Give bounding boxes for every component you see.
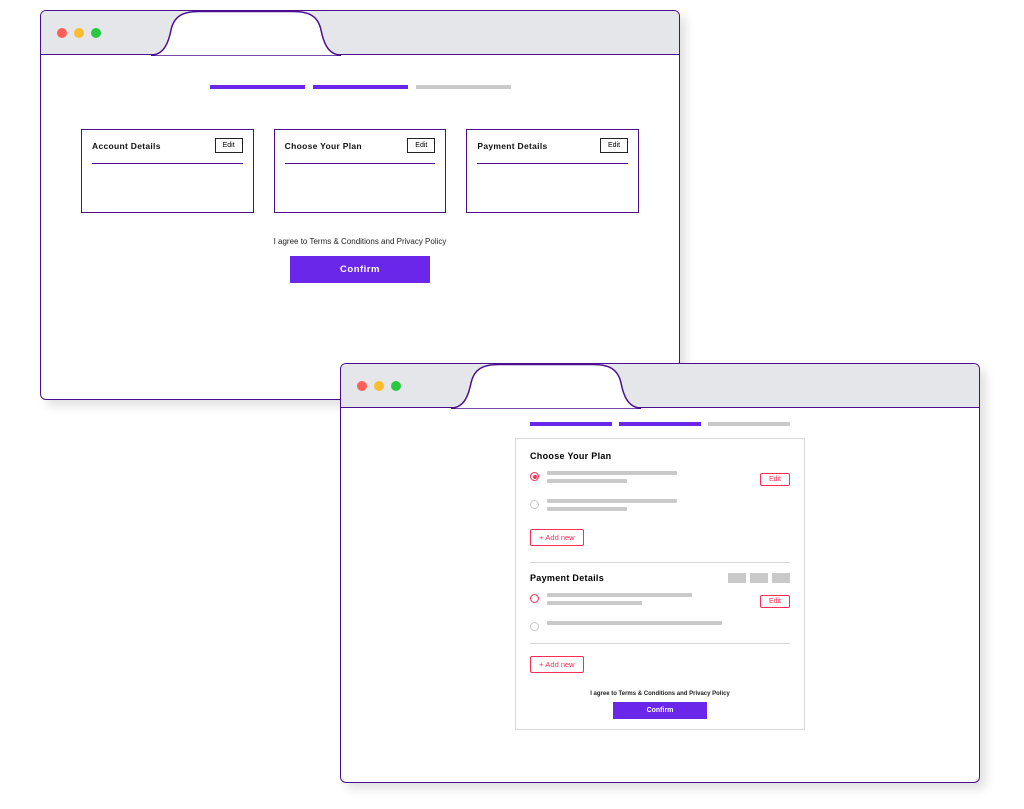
plus-icon: + <box>539 533 543 542</box>
card-title: Choose Your Plan <box>285 141 362 151</box>
option-text-placeholder <box>547 471 752 487</box>
checkout-panel: Choose Your Plan Edit + Add new <box>515 438 805 730</box>
step-2 <box>619 422 701 426</box>
window-controls <box>57 28 101 38</box>
option-text-placeholder <box>547 621 790 629</box>
add-new-label: Add new <box>545 660 574 669</box>
card-brand-icon <box>750 573 768 583</box>
browser-tab[interactable] <box>451 363 641 409</box>
content-area: Choose Your Plan Edit + Add new <box>341 408 979 740</box>
edit-button[interactable]: Edit <box>600 138 628 153</box>
summary-cards: Account Details Edit Choose Your Plan Ed… <box>81 129 639 213</box>
radio-icon[interactable] <box>530 622 539 631</box>
confirm-button[interactable]: Confirm <box>613 702 708 719</box>
account-details-card: Account Details Edit <box>81 129 254 213</box>
progress-stepper <box>371 422 949 426</box>
edit-button[interactable]: Edit <box>760 595 790 608</box>
step-1 <box>530 422 612 426</box>
progress-stepper <box>81 85 639 89</box>
content-area: Account Details Edit Choose Your Plan Ed… <box>41 55 679 303</box>
payment-option-2[interactable] <box>530 621 790 631</box>
edit-button[interactable]: Edit <box>215 138 243 153</box>
payment-option-1[interactable]: Edit <box>530 593 790 609</box>
choose-plan-card: Choose Your Plan Edit <box>274 129 447 213</box>
card-title: Account Details <box>92 141 161 151</box>
divider <box>477 163 628 164</box>
close-icon[interactable] <box>57 28 67 38</box>
browser-window-detail: Choose Your Plan Edit + Add new <box>340 363 980 783</box>
edit-button[interactable]: Edit <box>407 138 435 153</box>
step-1 <box>210 85 305 89</box>
choose-plan-title: Choose Your Plan <box>530 451 790 461</box>
maximize-icon[interactable] <box>391 381 401 391</box>
minimize-icon[interactable] <box>74 28 84 38</box>
payment-details-card: Payment Details Edit <box>466 129 639 213</box>
divider <box>530 562 790 563</box>
option-text-placeholder <box>547 499 790 515</box>
close-icon[interactable] <box>357 381 367 391</box>
option-text-placeholder <box>547 593 752 609</box>
step-2 <box>313 85 408 89</box>
card-title: Payment Details <box>477 141 547 151</box>
browser-tab[interactable] <box>151 10 341 56</box>
step-3 <box>416 85 511 89</box>
maximize-icon[interactable] <box>91 28 101 38</box>
payment-details-title: Payment Details <box>530 573 604 583</box>
add-new-payment-button[interactable]: + Add new <box>530 656 584 673</box>
card-brand-icon <box>728 573 746 583</box>
browser-window-summary: Account Details Edit Choose Your Plan Ed… <box>40 10 680 400</box>
add-new-label: Add new <box>545 533 574 542</box>
radio-icon[interactable] <box>530 594 539 603</box>
titlebar <box>41 11 679 55</box>
edit-button[interactable]: Edit <box>760 473 790 486</box>
minimize-icon[interactable] <box>374 381 384 391</box>
card-brand-icon <box>772 573 790 583</box>
divider <box>285 163 436 164</box>
divider <box>530 643 790 644</box>
card-brand-icons <box>728 573 790 583</box>
terms-text[interactable]: I agree to Terms & Conditions and Privac… <box>530 691 790 697</box>
terms-text[interactable]: I agree to Terms & Conditions and Privac… <box>81 237 639 246</box>
window-controls <box>357 381 401 391</box>
confirm-button[interactable]: Confirm <box>290 256 430 283</box>
radio-icon[interactable] <box>530 500 539 509</box>
add-new-plan-button[interactable]: + Add new <box>530 529 584 546</box>
divider <box>92 163 243 164</box>
plan-option-2[interactable] <box>530 499 790 515</box>
radio-selected-icon[interactable] <box>530 472 539 481</box>
step-3 <box>708 422 790 426</box>
titlebar <box>341 364 979 408</box>
plan-option-1[interactable]: Edit <box>530 471 790 487</box>
plus-icon: + <box>539 660 543 669</box>
